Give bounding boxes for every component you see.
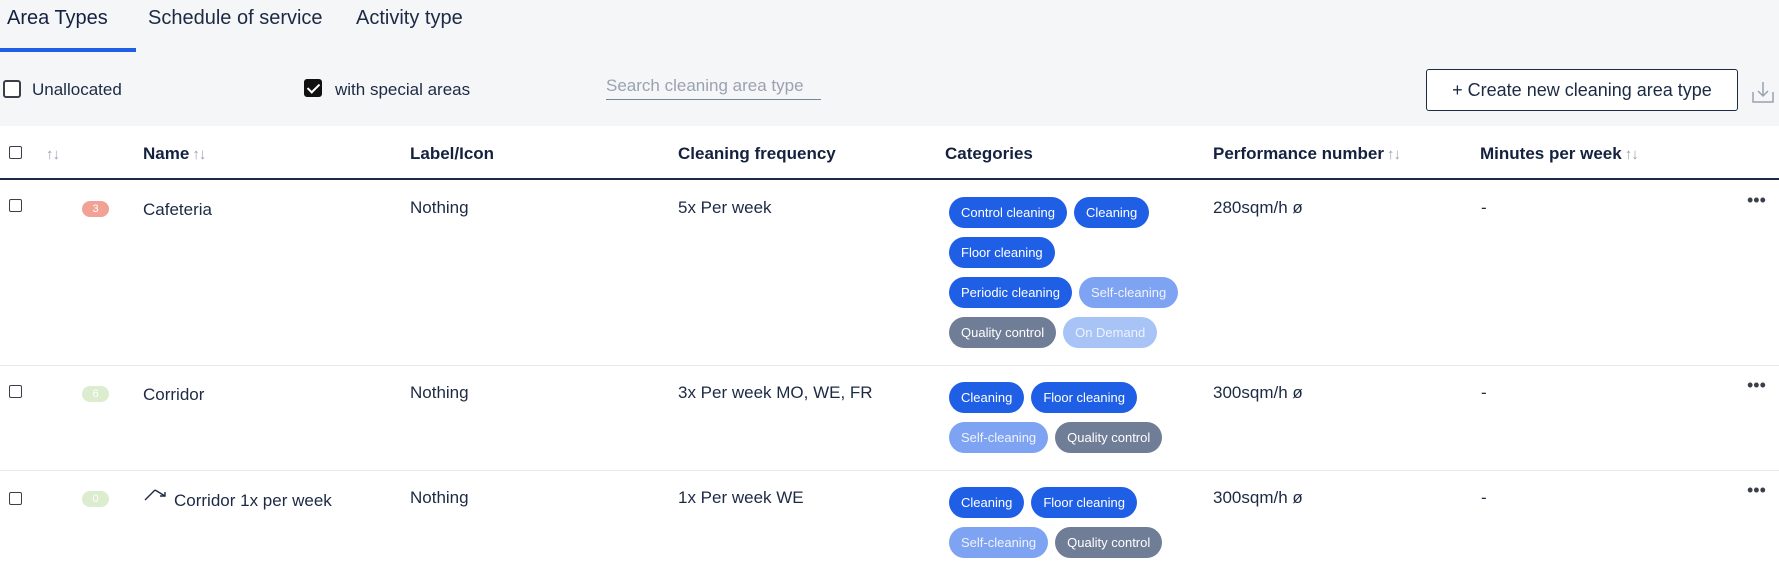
name-header-label: Name [143, 144, 190, 163]
row-minutes: - [1481, 383, 1487, 402]
category-chips: Cleaning Floor cleaning Self-cleaning Qual… [946, 382, 1206, 462]
search-input[interactable] [606, 72, 821, 100]
tab-area-types[interactable]: Area Types [7, 0, 108, 52]
label-icon-header: Label/Icon [410, 144, 495, 163]
name-header[interactable]: Name ↑↓ [143, 144, 206, 164]
category-chips: Control cleaning Cleaning Floor cleaning … [946, 197, 1206, 357]
performance-header-label: Performance number [1213, 144, 1384, 163]
unallocated-label: Unallocated [32, 80, 122, 99]
count-sort-header[interactable]: ↑↓ [46, 144, 60, 164]
row-frequency: 1x Per week WE [678, 488, 804, 507]
row-label-icon: Nothing [410, 198, 469, 217]
row-more-actions-icon[interactable]: ••• [1747, 190, 1766, 211]
sort-icon[interactable]: ↑↓ [1625, 146, 1639, 163]
frequency-header: Cleaning frequency [678, 144, 836, 163]
row-name[interactable]: Corridor [143, 385, 204, 405]
row-minutes: - [1481, 198, 1487, 217]
count-badge: 0 [82, 491, 109, 507]
special-areas-checkbox[interactable] [304, 79, 322, 97]
performance-header[interactable]: Performance number ↑↓ [1213, 144, 1401, 164]
shortcut-arrow-icon [144, 489, 166, 501]
sort-icon[interactable]: ↑↓ [46, 146, 60, 163]
sort-icon[interactable]: ↑↓ [192, 146, 206, 163]
category-chip: Self-cleaning [949, 527, 1049, 558]
row-more-actions-icon[interactable]: ••• [1747, 480, 1766, 501]
row-checkbox[interactable] [9, 385, 22, 398]
table-row[interactable]: 3 Cafeteria Nothing 5x Per week Control … [0, 181, 1779, 366]
row-more-actions-icon[interactable]: ••• [1747, 375, 1766, 396]
categories-header: Categories [945, 144, 1033, 163]
row-name[interactable]: Corridor 1x per week [174, 491, 332, 511]
row-performance: 300sqm/h ø [1213, 488, 1303, 507]
sort-icon[interactable]: ↑↓ [1387, 146, 1401, 163]
category-chip: Self-cleaning [1079, 277, 1179, 308]
category-chip: Quality control [1055, 422, 1163, 453]
category-chip: Cleaning [949, 382, 1025, 413]
row-label-icon: Nothing [410, 488, 469, 507]
row-checkbox[interactable] [9, 199, 22, 212]
row-performance: 280sqm/h ø [1213, 198, 1303, 217]
row-label-icon: Nothing [410, 383, 469, 402]
category-chip: Floor cleaning [1031, 382, 1137, 413]
table-row[interactable]: 0 Corridor 1x per week Nothing 1x Per we… [0, 471, 1779, 567]
category-chip: Cleaning [949, 487, 1025, 518]
row-checkbox[interactable] [9, 492, 22, 505]
category-chip: On Demand [1063, 317, 1158, 348]
create-area-type-button[interactable]: + Create new cleaning area type [1426, 69, 1738, 111]
category-chip: Self-cleaning [949, 422, 1049, 453]
row-minutes: - [1481, 488, 1487, 507]
special-areas-label: with special areas [335, 80, 471, 99]
row-frequency: 5x Per week [678, 198, 772, 217]
row-name[interactable]: Cafeteria [143, 200, 212, 220]
category-chip: Floor cleaning [949, 237, 1055, 268]
category-chip: Floor cleaning [1031, 487, 1137, 518]
category-chip: Cleaning [1073, 197, 1150, 228]
row-frequency: 3x Per week MO, WE, FR [678, 383, 873, 402]
count-badge: 6 [82, 386, 109, 402]
tab-schedule-of-service[interactable]: Schedule of service [148, 0, 323, 52]
category-chip: Control cleaning [949, 197, 1067, 228]
category-chip: Quality control [949, 317, 1057, 348]
minutes-header-label: Minutes per week [1480, 144, 1622, 163]
download-icon[interactable] [1752, 80, 1774, 104]
table-row[interactable]: 6 Corridor Nothing 3x Per week MO, WE, F… [0, 366, 1779, 471]
category-chip: Quality control [1055, 527, 1163, 558]
row-performance: 300sqm/h ø [1213, 383, 1303, 402]
table-header: ↑↓ Name ↑↓ Label/Icon Cleaning frequency … [0, 126, 1779, 180]
category-chip: Periodic cleaning [949, 277, 1073, 308]
tab-bar: Area Types Schedule of service Activity … [0, 0, 1779, 52]
count-badge: 3 [82, 201, 109, 217]
category-chips: Cleaning Floor cleaning Self-cleaning Qual… [946, 487, 1206, 567]
tab-activity-type[interactable]: Activity type [356, 0, 463, 52]
minutes-header[interactable]: Minutes per week ↑↓ [1480, 144, 1639, 164]
filter-toolbar: Unallocated with special areas + Create … [0, 52, 1779, 126]
select-all-checkbox[interactable] [9, 146, 22, 159]
unallocated-checkbox[interactable] [3, 80, 21, 98]
